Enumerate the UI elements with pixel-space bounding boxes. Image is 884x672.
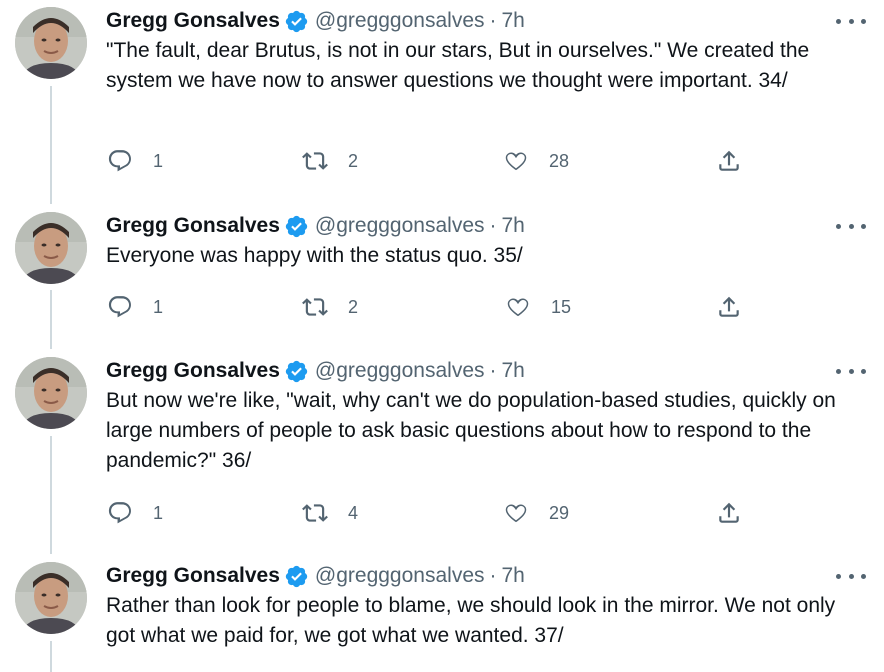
author-handle[interactable]: @gregggonsalves	[315, 359, 485, 383]
action-bar: 1 2 15	[0, 292, 884, 322]
verified-badge-icon	[284, 564, 309, 589]
share-button[interactable]	[716, 498, 742, 528]
reply-count: 1	[153, 296, 164, 317]
share-button[interactable]	[716, 146, 742, 176]
timestamp[interactable]: 7h	[502, 564, 525, 588]
separator-dot: ·	[489, 564, 497, 587]
author-name[interactable]: Gregg Gonsalves	[106, 214, 280, 238]
tweet-text: Rather than look for people to blame, we…	[106, 594, 842, 647]
retweet-count: 2	[348, 296, 359, 317]
author-name[interactable]: Gregg Gonsalves	[106, 9, 280, 33]
more-icon[interactable]	[836, 566, 866, 586]
verified-badge-icon	[284, 214, 309, 239]
share-icon	[719, 296, 739, 317]
author-handle[interactable]: @gregggonsalves	[315, 214, 485, 238]
tweet-text: Everyone was happy with the status quo. …	[106, 244, 523, 267]
share-icon	[719, 502, 739, 523]
reply-icon	[108, 150, 131, 172]
like-button[interactable]: 29	[503, 498, 569, 528]
timestamp[interactable]: 7h	[502, 359, 525, 383]
author-name[interactable]: Gregg Gonsalves	[106, 359, 280, 383]
like-icon	[507, 298, 529, 317]
separator-dot: ·	[489, 9, 497, 32]
like-icon	[505, 504, 527, 523]
verified-badge-icon	[284, 9, 309, 34]
tweet-text: But now we're like, "wait, why can't we …	[106, 389, 842, 472]
like-count: 28	[549, 150, 570, 171]
retweet-icon	[302, 298, 328, 316]
timestamp[interactable]: 7h	[502, 9, 525, 33]
retweet-count: 2	[348, 150, 359, 171]
like-icon	[505, 152, 527, 171]
tweet[interactable]: Gregg Gonsalves @gregggonsalves · 7h Rat…	[0, 555, 884, 672]
reply-button[interactable]: 1	[107, 498, 163, 528]
reply-icon	[108, 296, 131, 318]
separator-dot: ·	[489, 214, 497, 237]
like-button[interactable]: 28	[503, 146, 569, 176]
share-button[interactable]	[716, 292, 742, 322]
avatar[interactable]	[15, 357, 87, 429]
reply-button[interactable]: 1	[107, 292, 163, 322]
author-handle[interactable]: @gregggonsalves	[315, 9, 485, 33]
author-handle[interactable]: @gregggonsalves	[315, 564, 485, 588]
tweet[interactable]: Gregg Gonsalves @gregggonsalves · 7h "Th…	[0, 0, 884, 205]
avatar[interactable]	[15, 562, 87, 634]
tweet-text: "The fault, dear Brutus, is not in our s…	[106, 39, 816, 92]
like-button[interactable]: 15	[505, 292, 571, 322]
tweet[interactable]: Gregg Gonsalves @gregggonsalves · 7h Eve…	[0, 205, 884, 350]
author-name[interactable]: Gregg Gonsalves	[106, 564, 280, 588]
timestamp[interactable]: 7h	[502, 214, 525, 238]
tweet-header: Gregg Gonsalves @gregggonsalves · 7h	[106, 562, 525, 590]
reply-count: 1	[153, 502, 164, 523]
retweet-icon	[302, 152, 328, 170]
reply-count: 1	[153, 150, 164, 171]
retweet-button[interactable]: 2	[302, 292, 358, 322]
more-icon[interactable]	[836, 11, 866, 31]
retweet-count: 4	[348, 502, 359, 523]
more-icon[interactable]	[836, 361, 866, 381]
action-bar: 1 2 28	[0, 146, 884, 176]
tweet-header: Gregg Gonsalves @gregggonsalves · 7h	[106, 7, 525, 35]
action-bar: 1 4 29	[0, 498, 884, 528]
avatar[interactable]	[15, 212, 87, 284]
like-count: 29	[549, 502, 570, 523]
reply-button[interactable]: 1	[107, 146, 163, 176]
tweet-header: Gregg Gonsalves @gregggonsalves · 7h	[106, 212, 525, 240]
retweet-button[interactable]: 2	[302, 146, 358, 176]
avatar[interactable]	[15, 7, 87, 79]
retweet-icon	[302, 504, 328, 522]
like-count: 15	[551, 296, 572, 317]
reply-icon	[108, 502, 131, 524]
tweet[interactable]: Gregg Gonsalves @gregggonsalves · 7h But…	[0, 350, 884, 555]
verified-badge-icon	[284, 359, 309, 384]
share-icon	[719, 150, 739, 171]
separator-dot: ·	[489, 359, 497, 382]
tweet-header: Gregg Gonsalves @gregggonsalves · 7h	[106, 357, 525, 385]
retweet-button[interactable]: 4	[302, 498, 358, 528]
more-icon[interactable]	[836, 216, 866, 236]
